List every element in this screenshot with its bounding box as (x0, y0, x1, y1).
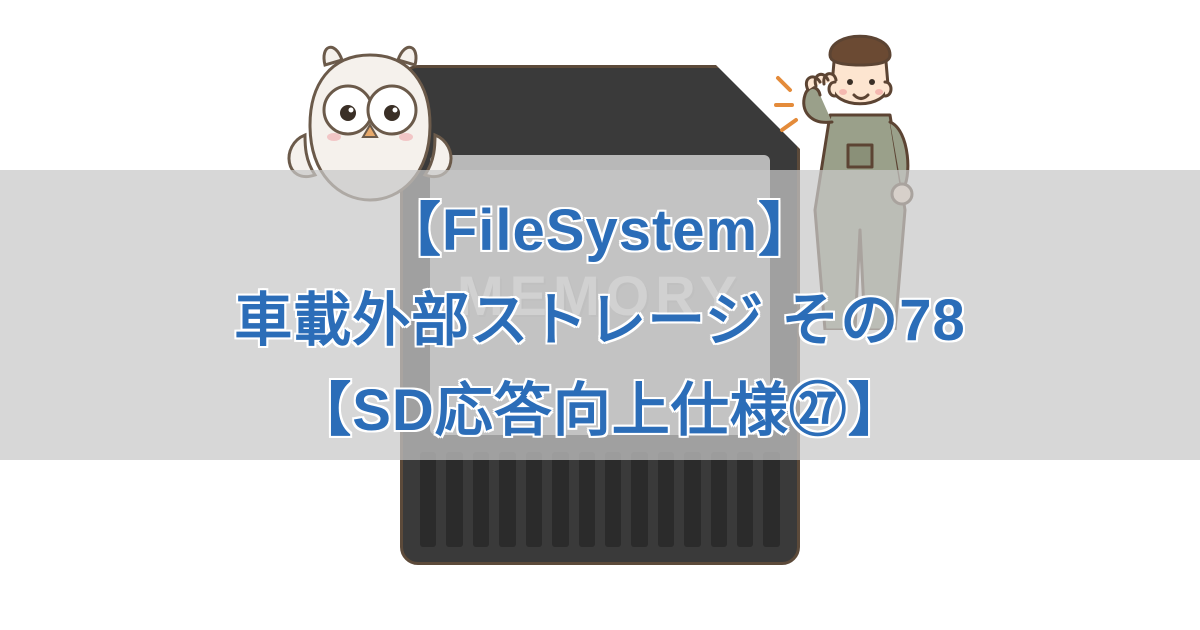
title-line-3: 【SD応答向上仕様㉗】 (293, 363, 907, 447)
title-line-1: 【FileSystem】 (383, 183, 817, 267)
sd-card-contacts (420, 452, 780, 547)
title-band: 【FileSystem】 車載外部ストレージ その78 【SD応答向上仕様㉗】 (0, 170, 1200, 460)
title-line-2: 車載外部ストレージ その78 (234, 273, 965, 357)
thumbnail-stage: MEMORY (0, 0, 1200, 630)
